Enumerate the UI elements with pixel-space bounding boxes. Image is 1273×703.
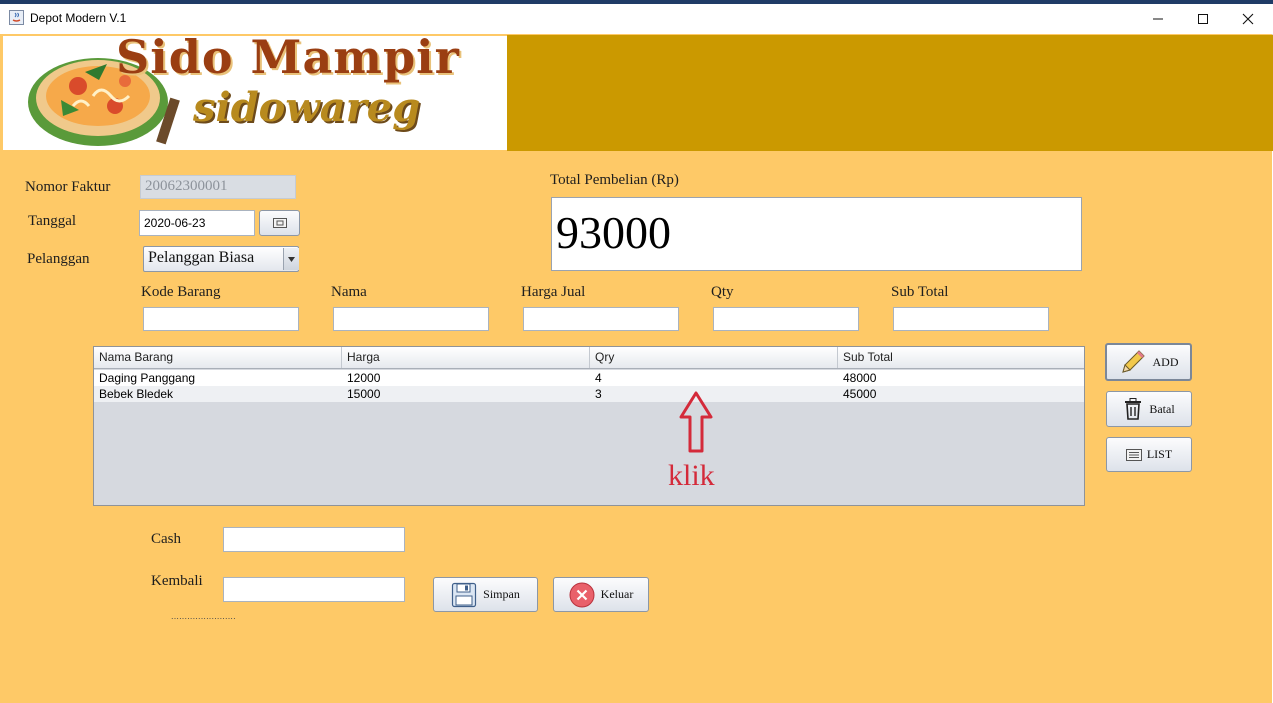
- total-label: Total Pembelian (Rp): [550, 172, 679, 188]
- cell-harga: 12000: [347, 371, 381, 385]
- batal-button-label: Batal: [1149, 401, 1175, 416]
- banner-strip: [507, 35, 1273, 151]
- change-label: Kembali: [151, 573, 203, 589]
- add-button-label: ADD: [1152, 354, 1179, 369]
- column-header-harga[interactable]: Harga: [342, 347, 590, 368]
- dropdown-arrow[interactable]: [283, 248, 299, 270]
- close-button[interactable]: [1225, 4, 1271, 34]
- annotation-text: klik: [668, 459, 715, 492]
- list-button-label: LIST: [1146, 447, 1173, 461]
- item-name-field[interactable]: [333, 307, 489, 331]
- cell-nama-barang: Daging Panggang: [99, 371, 196, 385]
- item-name-label: Nama: [331, 284, 367, 300]
- trash-icon: [1125, 398, 1142, 420]
- keluar-button[interactable]: Keluar: [553, 577, 649, 612]
- qty-field[interactable]: [713, 307, 859, 331]
- invoice-number-field[interactable]: 20062300001: [140, 175, 296, 199]
- close-circle-icon: [569, 582, 595, 607]
- column-header-qty[interactable]: Qry: [590, 347, 838, 368]
- save-icon: [452, 582, 477, 607]
- cell-nama-barang: Bebek Bledek: [99, 387, 174, 401]
- close-icon: [1242, 13, 1254, 25]
- sell-price-label: Harga Jual: [521, 284, 586, 300]
- item-code-field[interactable]: [143, 307, 299, 331]
- logo-subtitle: sidowareg: [193, 84, 421, 131]
- date-label: Tanggal: [28, 213, 77, 229]
- simpan-button-label: Simpan: [483, 587, 520, 601]
- dotted-separator: ........................: [171, 611, 236, 621]
- cell-harga: 15000: [347, 387, 381, 401]
- keluar-button-label: Keluar: [600, 587, 634, 601]
- cell-subtotal: 48000: [843, 371, 877, 385]
- items-table[interactable]: Nama Barang Harga Qry Sub Total Daging P…: [93, 346, 1085, 506]
- customer-dropdown[interactable]: Pelanggan Biasa: [143, 246, 299, 272]
- subtotal-label: Sub Total: [891, 284, 949, 300]
- minimize-button[interactable]: [1135, 4, 1181, 34]
- cell-qty: 3: [595, 387, 602, 401]
- batal-button[interactable]: Batal: [1106, 391, 1192, 427]
- total-display: 93000: [551, 197, 1082, 271]
- pencil-icon: [1121, 350, 1145, 373]
- java-app-icon: [9, 10, 24, 25]
- sell-price-field[interactable]: [523, 307, 679, 331]
- list-button[interactable]: LIST: [1106, 437, 1192, 472]
- invoice-label: Nomor Faktur: [25, 179, 111, 195]
- list-icon: [1125, 448, 1142, 461]
- customer-label: Pelanggan: [27, 251, 90, 267]
- calendar-button[interactable]: [259, 210, 300, 236]
- cell-subtotal: 45000: [843, 387, 877, 401]
- change-field[interactable]: [223, 577, 405, 602]
- cash-field[interactable]: [223, 527, 405, 552]
- maximize-button[interactable]: [1180, 4, 1226, 34]
- column-header-subtotal[interactable]: Sub Total: [838, 347, 1084, 368]
- logo-title: Sido Mampir: [116, 30, 460, 84]
- table-row[interactable]: Bebek Bledek 15000 3 45000: [94, 386, 1084, 402]
- add-button[interactable]: ADD: [1105, 343, 1192, 381]
- minimize-icon: [1153, 18, 1163, 20]
- table-header: Nama Barang Harga Qry Sub Total: [94, 347, 1084, 369]
- item-code-label: Kode Barang: [141, 284, 221, 300]
- up-arrow-annotation-icon: [679, 391, 713, 453]
- calendar-icon: [272, 218, 287, 228]
- table-row[interactable]: Daging Panggang 12000 4 48000: [94, 370, 1084, 386]
- maximize-icon: [1198, 14, 1208, 24]
- column-header-nama-barang[interactable]: Nama Barang: [94, 347, 342, 368]
- window-title: Depot Modern V.1: [30, 11, 127, 25]
- cell-qty: 4: [595, 371, 602, 385]
- date-field[interactable]: 2020-06-23: [139, 210, 255, 236]
- cash-label: Cash: [151, 531, 181, 547]
- simpan-button[interactable]: Simpan: [433, 577, 538, 612]
- qty-label: Qty: [711, 284, 734, 300]
- chevron-down-icon: [288, 256, 295, 262]
- customer-selected: Pelanggan Biasa: [148, 249, 255, 266]
- restaurant-logo: Sido Mampir sidowareg: [3, 30, 507, 150]
- subtotal-field[interactable]: [893, 307, 1049, 331]
